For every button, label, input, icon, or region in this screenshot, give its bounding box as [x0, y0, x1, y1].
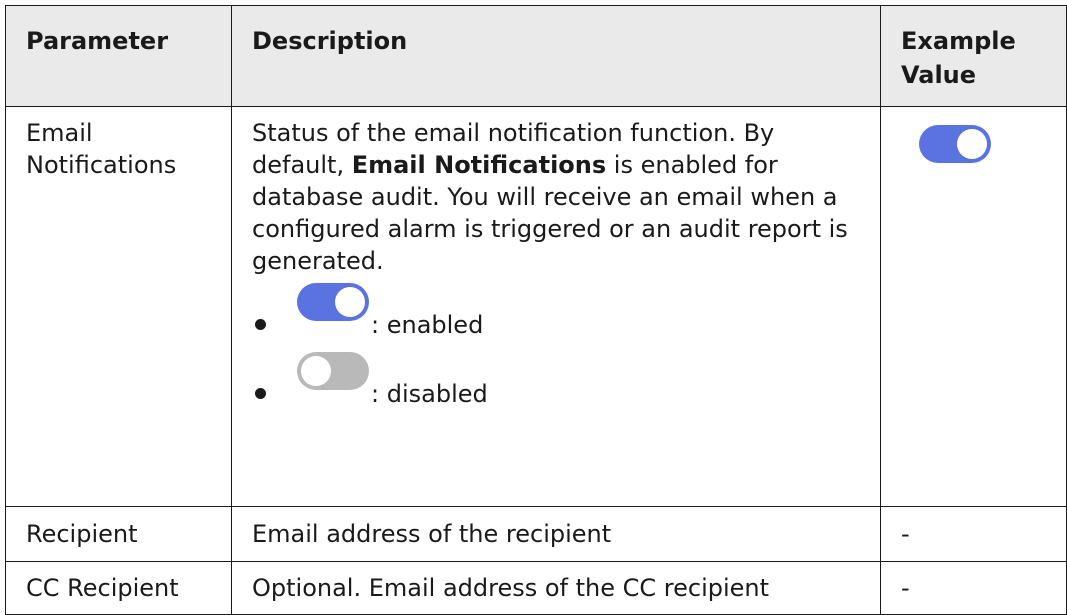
param-cell: Email Notifications	[5, 106, 232, 507]
email-notifications-toggle[interactable]	[919, 125, 991, 163]
toggle-off-icon	[297, 352, 369, 390]
toggle-state-list: : enabled : disabled	[252, 283, 870, 421]
toggle-on-icon	[297, 283, 369, 321]
header-example-line1: Example	[901, 27, 1016, 55]
bullet-icon	[255, 388, 266, 399]
header-example-value: Example Value	[880, 5, 1067, 107]
header-description: Description	[231, 5, 881, 107]
param-cell: Recipient	[5, 506, 232, 562]
description-cell: Email address of the recipient	[231, 506, 881, 562]
param-cell: CC Recipient	[5, 561, 232, 615]
header-example-line2: Value	[901, 61, 977, 89]
header-parameter: Parameter	[5, 5, 232, 107]
example-cell: -	[880, 561, 1067, 615]
bullet-label-enabled: : enabled	[371, 311, 484, 339]
toggle-knob	[957, 129, 987, 159]
example-cell: -	[880, 506, 1067, 562]
list-item: : disabled	[252, 352, 870, 421]
description-cell: Optional. Email address of the CC recipi…	[231, 561, 881, 615]
description-bold-term: Email Notifications	[351, 151, 607, 179]
param-email-line2: Notifications	[26, 151, 177, 179]
parameter-table: Parameter Description Example Value Email…	[5, 5, 1067, 615]
param-email-line1: Email	[26, 119, 93, 147]
list-item: : enabled	[252, 283, 870, 352]
table-row: Email Notifications Status of the email n…	[5, 106, 1067, 507]
example-cell	[880, 106, 1067, 507]
description-text: Status of the email notification functio…	[252, 117, 870, 277]
bullet-label-disabled: : disabled	[371, 380, 488, 408]
description-cell: Status of the email notification functio…	[231, 106, 881, 507]
bullet-icon	[255, 319, 266, 330]
table-row: CC Recipient Optional. Email address of …	[5, 561, 1067, 615]
table-row: Recipient Email address of the recipient…	[5, 506, 1067, 562]
table-header-row: Parameter Description Example Value	[5, 5, 1067, 107]
